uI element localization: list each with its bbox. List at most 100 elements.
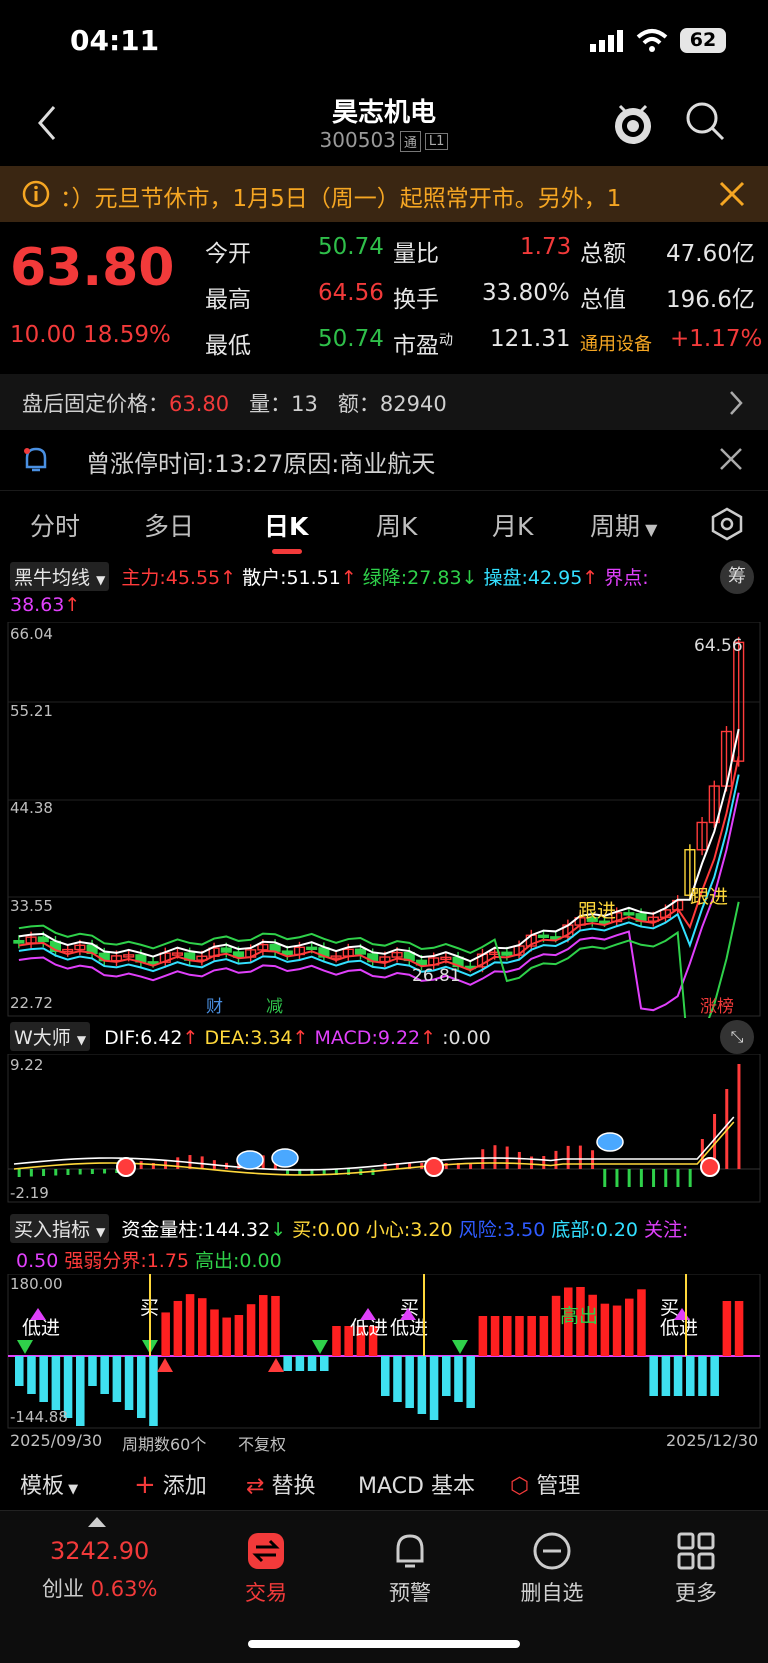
candle-body [269,943,281,952]
macd-bar [139,1161,143,1169]
caret-down-icon: ▼ [64,1482,79,1497]
candle-body [13,939,25,944]
tab-weekly-k[interactable]: 周K [376,507,417,543]
buy-indicator-values-2: 0.50 强弱分界:1.75 高出:0.00 [10,1250,282,1272]
main-indicator-select[interactable]: 黑牛均线 ▼ [10,562,110,591]
nav-more-label: 更多 [675,1581,717,1605]
arrow-down-icon: ↓ [461,567,478,589]
buy-y-bottom: -144.88 [10,1408,68,1426]
arrow-up-icon: ↑ [182,1027,199,1049]
value-turnover-amt: 47.60亿 [666,241,755,267]
buy-bar [478,1316,488,1356]
buy-bar [710,1356,719,1396]
ma-line-magenta [18,792,740,1012]
macd-basic-button[interactable]: MACD 基本 [358,1468,475,1500]
buy-bar [490,1316,500,1356]
macd-bar [493,1145,497,1169]
indicator-toolbar: 模板 ▼ + 添加 ⇄ 替换 MACD 基本 ⬡ 管理 [0,1458,768,1508]
buy-bar [503,1316,512,1356]
tab-daily-k[interactable]: 日K [264,507,308,543]
down-arrow-marker [312,1340,328,1354]
tab-multiday[interactable]: 多日 [144,507,194,543]
buy-bar [185,1294,195,1356]
candle-body [37,936,49,943]
minus-circle-icon [533,1532,571,1570]
expand-icon[interactable]: ⤡ [720,1020,754,1054]
tab-intraday[interactable]: 分时 [30,507,80,543]
settings-hexagon-icon[interactable] [710,507,744,541]
index-info[interactable]: 创业 0.63% [42,1573,157,1603]
replace-label: 替换 [271,1474,316,1499]
close-icon[interactable] [718,180,746,208]
macd-diamond-marker [596,1132,624,1152]
macd-chart[interactable] [0,1054,768,1204]
buy-bar [271,1295,280,1356]
battery-level: 62 [689,29,717,51]
buy-signal-tag: 低进 [22,1317,60,1339]
buy-indicator-select[interactable]: 买入指标 ▼ [10,1214,110,1243]
buy-bar [673,1356,683,1396]
pe-type: 动 [439,332,453,349]
after-hours-vol: 13 [291,392,318,416]
macd-bar [676,1169,680,1187]
macd-cross-marker [116,1157,136,1177]
buy-bar [210,1309,219,1356]
event-tag-reduce[interactable]: 减 [266,992,283,1017]
kline-chart[interactable] [0,622,768,1018]
tab-period[interactable]: 周期 ▼ [590,507,657,543]
buy-bar [381,1356,390,1396]
after-hours-bar[interactable]: 盘后固定价格：63.80 量：13 额：82940 [0,374,768,430]
replace-button[interactable]: ⇄ 替换 [246,1468,315,1500]
macd-indicator-select[interactable]: W大师 ▼ [10,1022,91,1051]
nav-remove-watchlist[interactable]: 删自选 [492,1531,612,1607]
macd-cross-marker [700,1157,720,1177]
quote-panel: 63.80 10.00 18.59% 今开 50.74 量比 1.73 总额 4… [0,222,768,372]
caret-down-icon: ▼ [640,520,658,539]
buy-indicator-chart[interactable]: 低进买低进低进买高出买低进 [0,1274,768,1430]
label-low: 最低 [205,333,251,359]
limit-up-info[interactable]: 曾涨停时间:13:27原因:商业航天 [0,432,768,488]
replace-icon: ⇄ [246,1474,265,1499]
label-high: 最高 [205,287,251,313]
notice-banner[interactable]: ：）元旦节休市，1月5日（周一）起照常开市。另外，1 [0,166,768,222]
main-indicator-values: 主力:45.55↑ 散户:51.51↑ 绿降:27.83↓ 操盘:42.95↑ 界点: [115,567,648,589]
event-tag-finance[interactable]: 财 [206,992,223,1017]
plus-icon: + [134,1470,156,1500]
main-indicator-value-0: 主力:45.55 [121,567,221,589]
value-high: 64.56 [318,280,384,306]
label-pe: 市盈动 [393,326,453,360]
search-icon[interactable] [684,100,726,142]
template-button[interactable]: 模板 ▼ [20,1468,78,1500]
chip-button[interactable]: 筹 [720,560,754,594]
event-tag-limitup[interactable]: 涨榜 [700,992,734,1017]
close-icon[interactable] [718,446,744,472]
nav-more[interactable]: 更多 [636,1531,756,1607]
tab-monthly-k[interactable]: 月K [492,507,533,543]
macd-cross-marker [424,1157,444,1177]
stock-code: 300503 [319,128,396,152]
arrow-up-icon: ↑ [292,1027,309,1049]
manage-button[interactable]: ⬡ 管理 [510,1468,580,1500]
industry-link[interactable]: 通用设备 [580,330,652,356]
macd-dea: DEA:3.34 [204,1027,293,1049]
follow-tag-1: 跟进 [578,900,617,922]
index-value[interactable]: 3242.90 [50,1537,149,1565]
nav-alert[interactable]: 预警 [350,1531,470,1607]
down-arrow-marker [17,1340,33,1354]
tab-period-label: 周期 [590,512,641,541]
k-low-label: 26.81 [412,966,461,986]
buy-bar [307,1356,317,1371]
macd-bar [517,1151,521,1169]
info-icon [22,180,50,208]
after-hours-label: 盘后固定价格： [22,392,169,416]
buy-bar [76,1356,85,1426]
buy-bar [734,1301,744,1356]
buy-bar [686,1356,695,1396]
battery-icon: 62 [680,28,726,53]
add-button[interactable]: + 添加 [134,1468,207,1500]
nav-trade[interactable]: 交易 [206,1531,326,1607]
buy-signal-tag: 高出 [560,1305,598,1327]
k-high-label: 64.56 [694,636,743,656]
mascot-icon[interactable] [610,98,656,148]
arrow-up-icon: ↑ [340,567,357,589]
